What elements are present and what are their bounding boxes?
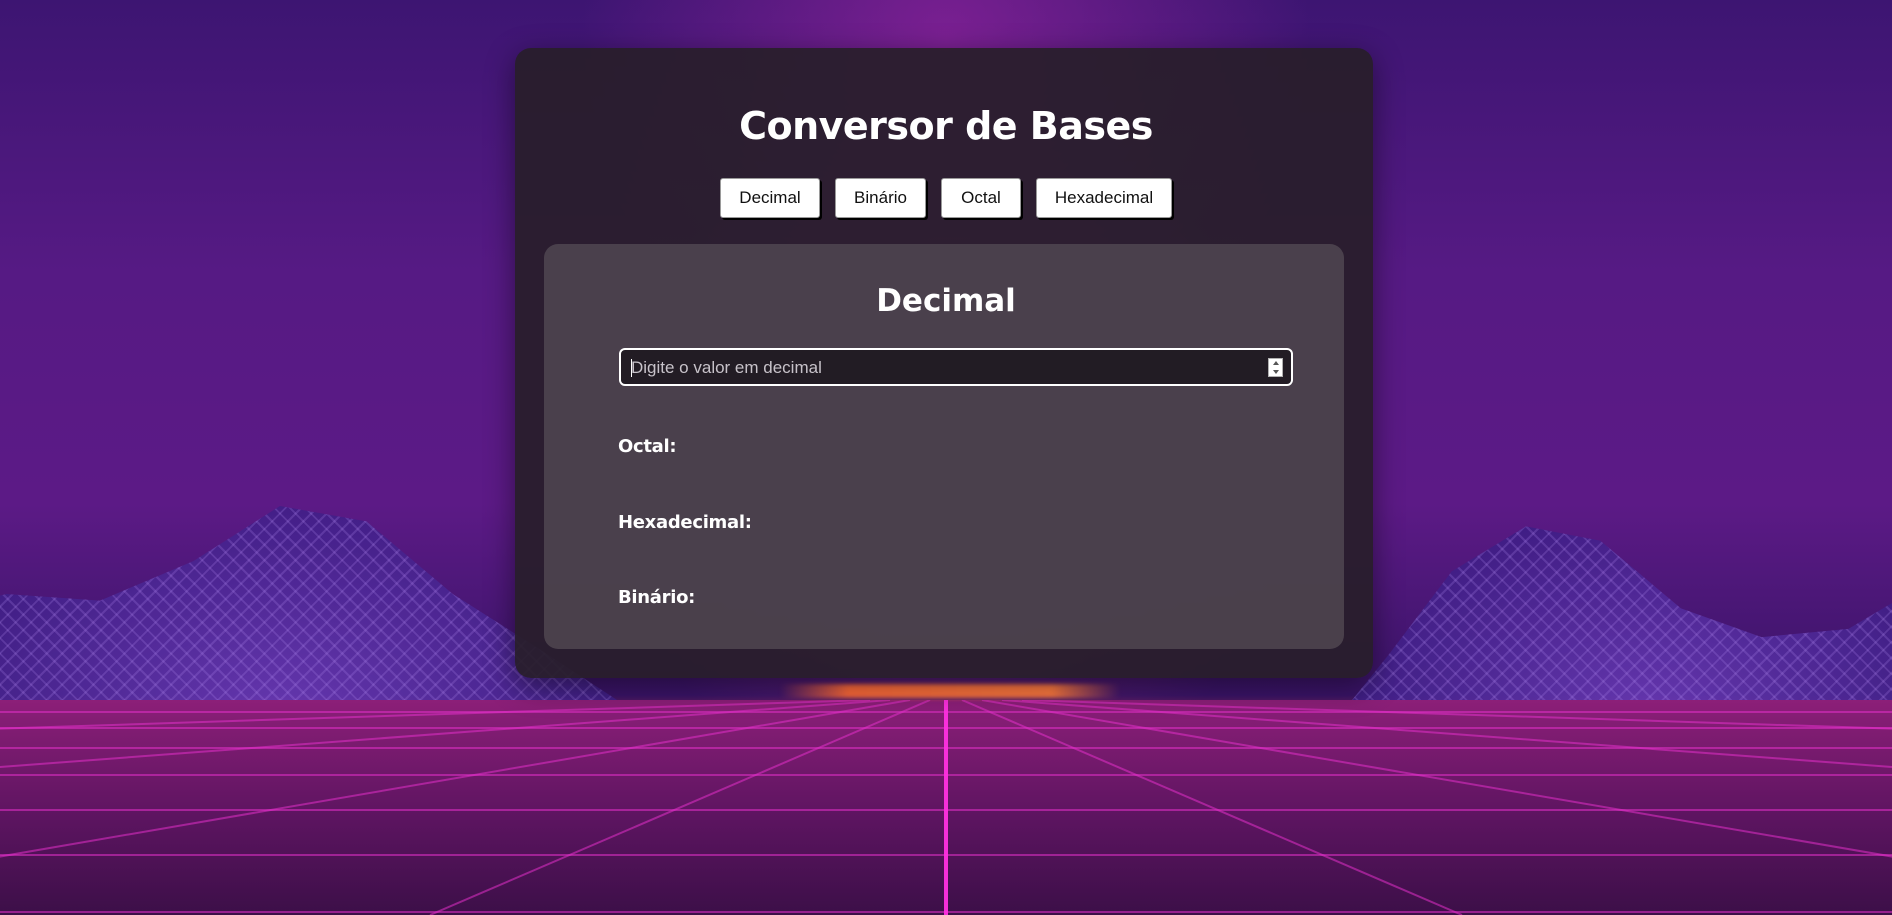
spin-down-icon[interactable] [1272, 369, 1279, 374]
text-caret [631, 359, 632, 377]
tab-binario[interactable]: Binário [835, 178, 926, 218]
result-octal: Octal: [618, 436, 677, 457]
page-title: Conversor de Bases [739, 104, 1153, 148]
result-hexadecimal-label: Hexadecimal: [618, 512, 752, 533]
base-tabs: Decimal Binário Octal Hexadecimal [0, 178, 1892, 218]
tab-octal[interactable]: Octal [941, 178, 1021, 218]
wireframe-mountain-right [1340, 526, 1892, 715]
result-octal-label: Octal: [618, 436, 677, 457]
spin-up-icon[interactable] [1272, 361, 1279, 366]
tab-hexadecimal[interactable]: Hexadecimal [1036, 178, 1172, 218]
panel-title: Decimal [876, 283, 1016, 319]
result-binario-label: Binário: [618, 587, 696, 608]
number-spinner[interactable] [1268, 358, 1283, 377]
tab-decimal[interactable]: Decimal [720, 178, 820, 218]
result-hexadecimal: Hexadecimal: [618, 512, 752, 533]
result-binario: Binário: [618, 587, 695, 608]
horizon-glow [780, 684, 1120, 698]
decimal-input-field[interactable] [619, 348, 1293, 386]
retro-grid [0, 700, 1892, 915]
decimal-input[interactable] [629, 350, 1253, 386]
